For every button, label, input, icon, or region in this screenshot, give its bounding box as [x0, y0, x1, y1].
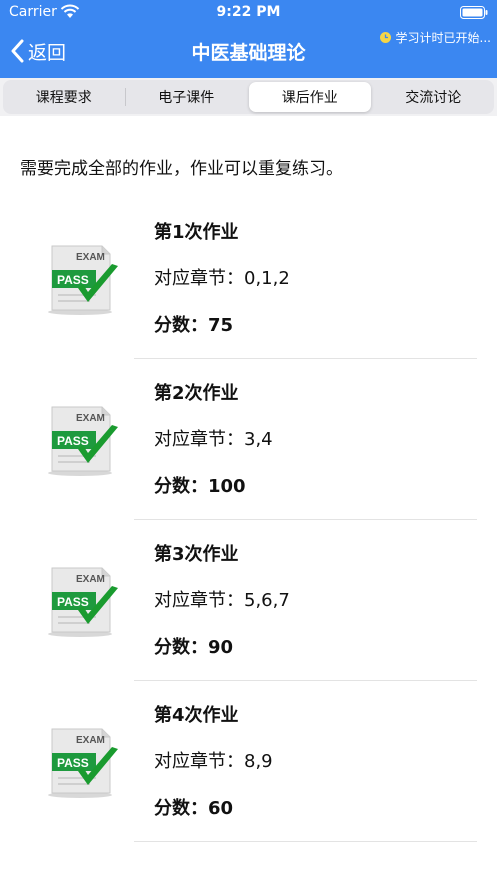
- chapters-prefix: 对应章节：: [154, 751, 244, 772]
- battery-icon: [460, 6, 488, 19]
- score-prefix: 分数：: [154, 637, 208, 658]
- chapters-value: 0,1,2: [244, 268, 290, 289]
- assignment-score: 分数：60: [154, 794, 233, 820]
- exam-pass-icon: EXAM PASS: [48, 728, 118, 798]
- tab-homework[interactable]: 课后作业: [249, 82, 371, 112]
- tab-e-courseware[interactable]: 电子课件: [126, 80, 248, 114]
- assignment-chapters: 对应章节：8,9: [154, 747, 273, 773]
- chapters-prefix: 对应章节：: [154, 590, 244, 611]
- exam-label: EXAM: [76, 735, 105, 746]
- exam-pass-icon: EXAM PASS: [48, 567, 118, 637]
- assignment-chapters: 对应章节：0,1,2: [154, 264, 290, 290]
- score-prefix: 分数：: [154, 315, 208, 336]
- chapters-prefix: 对应章节：: [154, 429, 244, 450]
- assignment-item[interactable]: EXAM PASS 第3次作业 对应章节：5,6,7 分数：90: [0, 520, 497, 681]
- exam-label: EXAM: [76, 574, 105, 585]
- row-divider: [134, 841, 477, 842]
- exam-label: EXAM: [76, 252, 105, 263]
- score-value: 75: [208, 315, 234, 336]
- status-bar: Carrier 9:22 PM: [0, 0, 497, 26]
- exam-pass-icon: EXAM PASS: [48, 406, 118, 476]
- clock-icon: [379, 32, 391, 43]
- assignment-score: 分数：75: [154, 311, 233, 337]
- exam-label: EXAM: [76, 413, 105, 424]
- score-value: 100: [208, 476, 246, 497]
- study-timer-text: 学习计时已开始...: [395, 31, 491, 45]
- chapters-value: 3,4: [244, 429, 273, 450]
- assignment-chapters: 对应章节：3,4: [154, 425, 273, 451]
- score-prefix: 分数：: [154, 798, 208, 819]
- chapters-value: 8,9: [244, 751, 273, 772]
- navigation-bar: 返回 中医基础理论 学习计时已开始...: [0, 26, 497, 76]
- assignment-item[interactable]: EXAM PASS 第1次作业 对应章节：0,1,2 分数：75: [0, 198, 497, 359]
- assignment-title: 第3次作业: [154, 544, 239, 565]
- pass-label: PASS: [57, 434, 89, 448]
- assignment-item[interactable]: EXAM PASS 第2次作业 对应章节：3,4 分数：100: [0, 359, 497, 520]
- segmented-tabs: 课程要求 电子课件 课后作业 交流讨论: [3, 80, 494, 114]
- exam-pass-icon: EXAM PASS: [48, 245, 118, 315]
- assignment-title: 第4次作业: [154, 705, 239, 726]
- header-bar: Carrier 9:22 PM 返回 中医基础理论 学习计时已开始...: [0, 0, 497, 78]
- study-timer-status: 学习计时已开始...: [379, 29, 491, 46]
- score-value: 60: [208, 798, 234, 819]
- chapters-prefix: 对应章节：: [154, 268, 244, 289]
- tab-discussion[interactable]: 交流讨论: [373, 80, 495, 114]
- score-value: 90: [208, 637, 234, 658]
- assignment-score: 分数：90: [154, 633, 233, 659]
- homework-instructions: 需要完成全部的作业，作业可以重复练习。: [20, 159, 343, 179]
- chapters-value: 5,6,7: [244, 590, 290, 611]
- pass-label: PASS: [57, 756, 89, 770]
- tab-course-requirements[interactable]: 课程要求: [3, 80, 125, 114]
- clock-time: 9:22 PM: [216, 4, 281, 20]
- score-prefix: 分数：: [154, 476, 208, 497]
- assignment-title: 第2次作业: [154, 383, 239, 404]
- assignment-title: 第1次作业: [154, 222, 239, 243]
- pass-label: PASS: [57, 595, 89, 609]
- segmented-tabs-container: 课程要求 电子课件 课后作业 交流讨论: [0, 78, 497, 116]
- assignment-score: 分数：100: [154, 472, 246, 498]
- assignment-chapters: 对应章节：5,6,7: [154, 586, 290, 612]
- pass-label: PASS: [57, 273, 89, 287]
- assignment-item[interactable]: EXAM PASS 第4次作业 对应章节：8,9 分数：60: [0, 681, 497, 842]
- assignment-list: EXAM PASS 第1次作业 对应章节：0,1,2 分数：75 EXAM PA…: [0, 198, 497, 842]
